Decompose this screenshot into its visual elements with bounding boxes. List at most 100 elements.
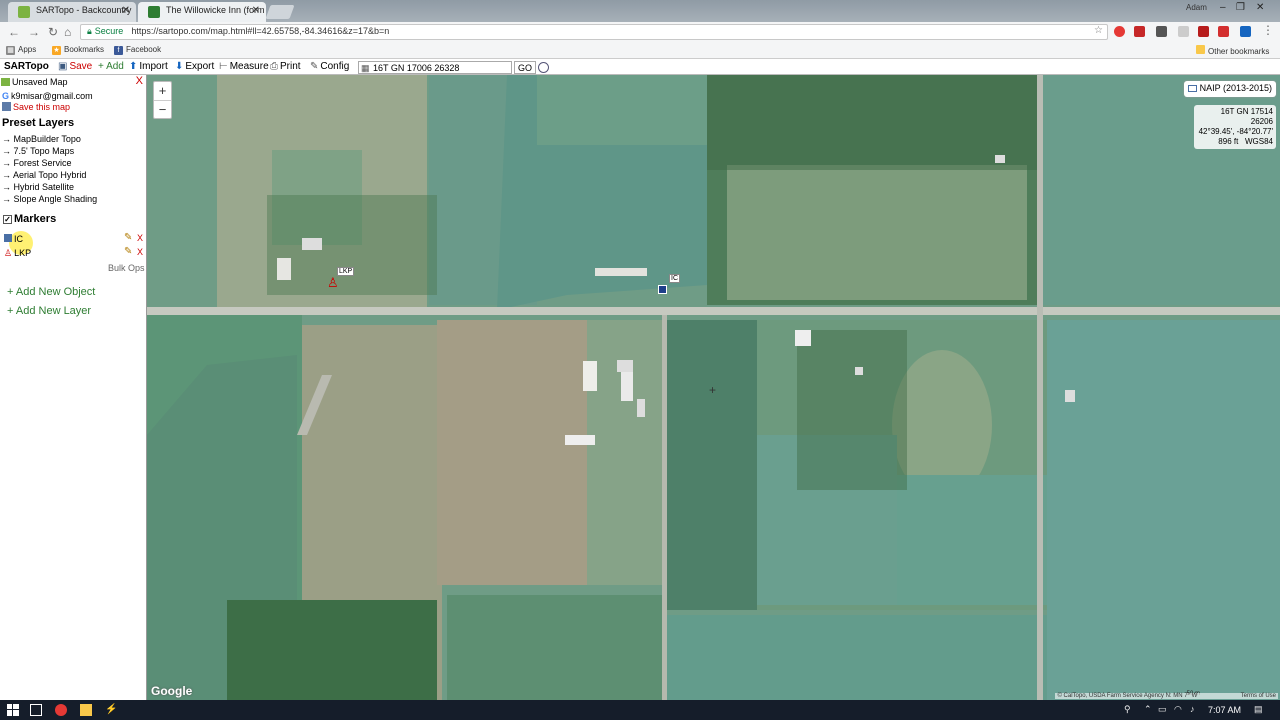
- printer-icon: ⎙: [270, 61, 278, 72]
- windows-taskbar: ⚡ ⚲ ⌃ ▭ ◠ ♪ 7:07 AM ▤: [0, 700, 1280, 720]
- preset-layer-slope-angle-shading[interactable]: → Slope Angle Shading: [2, 194, 97, 204]
- go-button[interactable]: GO: [514, 61, 536, 74]
- edit-pencil-icon[interactable]: ✎: [124, 232, 132, 243]
- extension-icon[interactable]: [1134, 26, 1145, 37]
- extension-icon[interactable]: [1178, 26, 1189, 37]
- notifications-icon[interactable]: ▤: [1254, 704, 1263, 715]
- elevation-datum-row: 896 ft WGS84: [1218, 137, 1273, 146]
- window-close-icon[interactable]: ✕: [1256, 2, 1264, 13]
- task-view-icon[interactable]: [30, 704, 42, 716]
- ruler-icon: ⊢: [219, 61, 228, 72]
- locate-me-icon[interactable]: [538, 62, 549, 73]
- tray-chevron-icon[interactable]: ⌃: [1144, 704, 1152, 715]
- preset-layer-mapbuilder-topo[interactable]: → MapBuilder Topo: [2, 134, 81, 144]
- up-arrow-icon: ⬆: [129, 61, 138, 72]
- bookmark-apps[interactable]: ▦ Apps: [6, 45, 36, 55]
- map-title: Unsaved Map: [12, 77, 68, 87]
- preset-layer-7-5-topo[interactable]: → 7.5' Topo Maps: [2, 146, 74, 156]
- delete-x-icon[interactable]: X: [137, 233, 143, 243]
- marker-item-lkp[interactable]: ♙ LKP: [4, 248, 31, 259]
- other-bookmarks[interactable]: Other bookmarks: [1196, 45, 1269, 56]
- volume-icon[interactable]: ♪: [1190, 704, 1195, 714]
- menu-kebab-icon[interactable]: ⋮: [1262, 23, 1274, 37]
- opera-extension-icon[interactable]: [1114, 26, 1125, 37]
- bulk-ops-link[interactable]: Bulk Ops: [108, 263, 145, 273]
- markers-heading: ✓ Markers: [3, 213, 57, 225]
- preset-layer-forest-service[interactable]: → Forest Service: [2, 158, 72, 168]
- minimize-icon[interactable]: –: [1220, 2, 1226, 13]
- extension-icon[interactable]: [1156, 26, 1167, 37]
- forward-arrow-icon[interactable]: →: [28, 25, 40, 39]
- network-icon[interactable]: ▭: [1158, 704, 1167, 715]
- save-this-map-link[interactable]: Save this map: [2, 102, 70, 112]
- latlon-readout: 42°39.45', -84°20.77': [1198, 127, 1273, 136]
- map-marker-label-lkp[interactable]: LKP: [337, 267, 355, 276]
- bookmark-star-icon[interactable]: ☆: [1094, 25, 1103, 36]
- tab-title: The Willowicke Inn (form: [166, 5, 265, 15]
- export-button[interactable]: ⬇ Export: [175, 61, 214, 72]
- marker-square-icon: [4, 234, 12, 242]
- home-icon[interactable]: ⌂: [64, 25, 71, 39]
- bookmark-facebook[interactable]: f Facebook: [114, 45, 161, 55]
- windows-start-icon[interactable]: [7, 704, 19, 716]
- taskbar-clock[interactable]: 7:07 AM: [1208, 705, 1241, 715]
- preset-layer-aerial-topo-hybrid[interactable]: → Aerial Topo Hybrid: [2, 170, 86, 180]
- add-new-layer-link[interactable]: + Add New Layer: [7, 305, 91, 317]
- save-button[interactable]: ▣ Save: [58, 61, 92, 72]
- grid-icon: ▦: [361, 63, 370, 73]
- marker-item-ic[interactable]: IC: [4, 234, 23, 244]
- print-button[interactable]: ⎙ Print: [270, 61, 301, 72]
- markers-checkbox[interactable]: ✓: [3, 215, 12, 224]
- url-input[interactable]: 🔒︎ Secure https://sartopo.com/map.html#ll=…: [80, 24, 1108, 40]
- extension-icon[interactable]: [1198, 26, 1209, 37]
- import-button[interactable]: ⬆ Import: [129, 61, 168, 72]
- map-icon: [1, 78, 10, 86]
- down-arrow-icon: ⬇: [175, 61, 184, 72]
- sidebar-close-icon[interactable]: X: [136, 75, 143, 87]
- measure-button[interactable]: ⊢ Measure: [219, 61, 269, 72]
- page-favicon-icon: [148, 6, 160, 18]
- app-taskbar-icon[interactable]: ⚡: [105, 704, 117, 716]
- pdf-extension-icon[interactable]: [1218, 26, 1229, 37]
- wrench-icon: ✎: [310, 61, 319, 72]
- chrome-taskbar-icon[interactable]: [55, 704, 67, 716]
- edit-pencil-icon[interactable]: ✎: [124, 246, 132, 257]
- maximize-icon[interactable]: ❐: [1236, 2, 1245, 13]
- reload-icon[interactable]: ↻: [48, 25, 58, 39]
- utm-readout: 16T GN 17514 26206: [1220, 107, 1273, 126]
- delete-x-icon[interactable]: X: [137, 247, 143, 257]
- new-tab-button[interactable]: [265, 5, 295, 19]
- map-crosshair-icon: +: [709, 383, 717, 397]
- map-marker-label-ic[interactable]: IC: [669, 274, 680, 283]
- tab-close-icon[interactable]: ✕: [252, 5, 260, 16]
- person-marker-icon: ♙: [4, 248, 13, 258]
- back-arrow-icon[interactable]: ←: [8, 25, 20, 39]
- extension-icon[interactable]: [1240, 26, 1251, 37]
- cursor-coordinate-panel: 16T GN 17514 26206 42°39.45', -84°20.77'…: [1194, 105, 1276, 149]
- file-explorer-icon[interactable]: [80, 704, 92, 716]
- browser-tab-sartopo[interactable]: SARTopo - Backcountry ✕: [8, 2, 136, 22]
- terms-link[interactable]: Terms of Use: [1241, 693, 1276, 699]
- basemap-layer-badge[interactable]: NAIP (2013-2015): [1183, 81, 1276, 97]
- browser-tab-bar: SARTopo - Backcountry ✕ The Willowicke I…: [0, 0, 1280, 22]
- person-marker-icon[interactable]: ♙: [327, 275, 339, 291]
- bookmark-bookmarks[interactable]: ★ Bookmarks: [52, 45, 104, 55]
- star-icon: ★: [52, 46, 61, 55]
- ic-marker-icon[interactable]: [658, 285, 667, 294]
- browser-tab-willowicke[interactable]: The Willowicke Inn (form ✕: [138, 2, 266, 22]
- lock-icon: 🔒︎: [87, 26, 92, 36]
- tab-close-icon[interactable]: ✕: [122, 5, 130, 16]
- coordinate-search-input[interactable]: ▦ 16T GN 17006 26328: [358, 61, 512, 74]
- zoom-out-button[interactable]: −: [154, 100, 171, 118]
- layers-icon: [1187, 85, 1197, 92]
- zoom-in-button[interactable]: +: [154, 82, 171, 100]
- preset-layer-hybrid-satellite[interactable]: → Hybrid Satellite: [2, 182, 74, 192]
- wifi-icon[interactable]: ◠: [1174, 704, 1182, 715]
- profile-name[interactable]: Adam: [1186, 3, 1207, 12]
- map-canvas[interactable]: + − NAIP (2013-2015) 16T GN 17514 26206 …: [147, 75, 1280, 700]
- add-button[interactable]: + Add: [98, 61, 124, 72]
- people-icon[interactable]: ⚲: [1124, 704, 1131, 715]
- add-new-object-link[interactable]: + Add New Object: [7, 286, 95, 298]
- disk-icon: [2, 102, 11, 111]
- config-button[interactable]: ✎ Config: [310, 61, 349, 72]
